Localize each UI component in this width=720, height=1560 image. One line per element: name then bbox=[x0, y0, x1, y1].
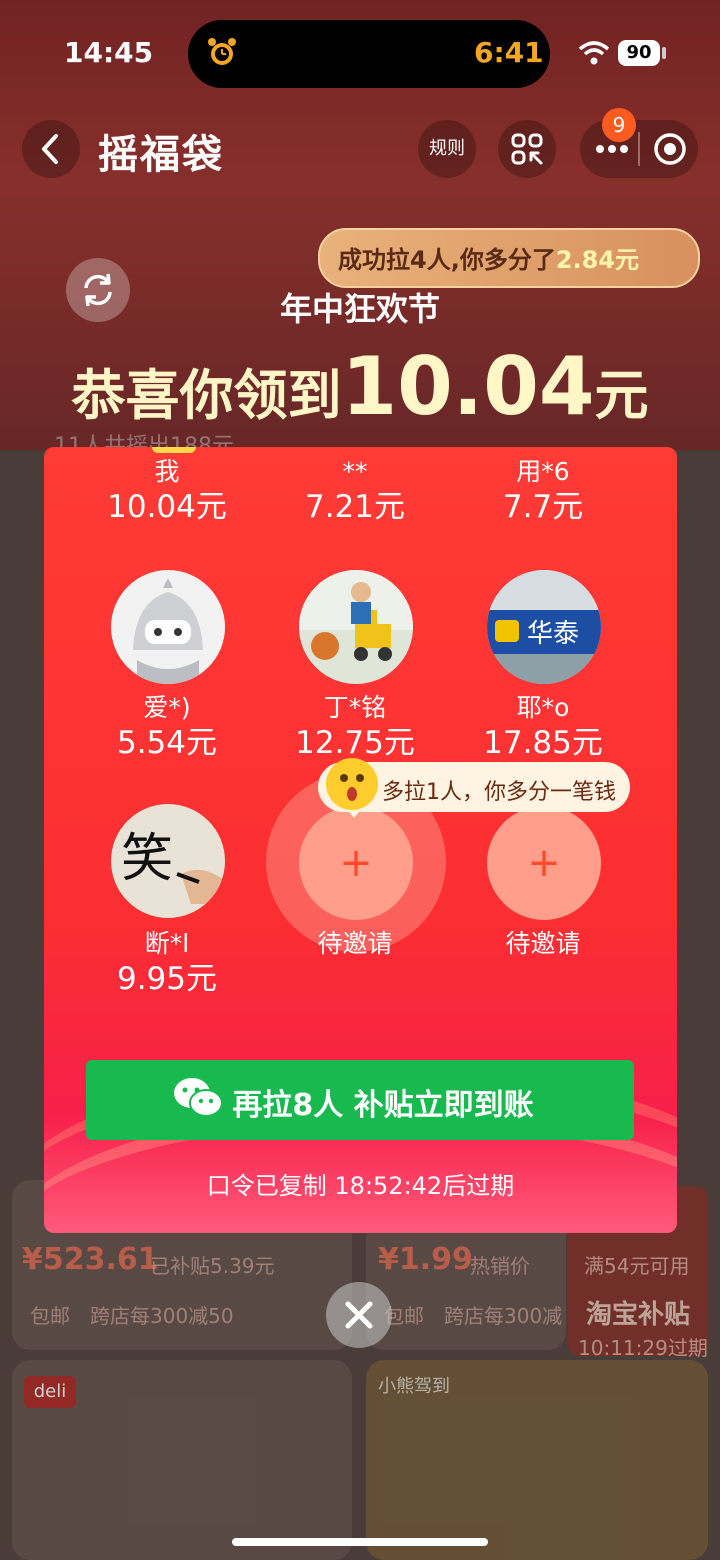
scan-icon bbox=[511, 133, 543, 165]
reward-bubble-amount: 2.84元 bbox=[555, 246, 640, 274]
member-avatar: 华泰 bbox=[487, 570, 601, 684]
member-amount: 12.75元 bbox=[295, 725, 415, 761]
target-icon bbox=[654, 133, 686, 165]
member-amount: 7.21元 bbox=[304, 489, 406, 525]
member-card: 断*l 9.95元 bbox=[97, 928, 237, 998]
notification-badge: 9 bbox=[602, 108, 636, 142]
close-icon bbox=[345, 1301, 373, 1329]
invite-slot-button[interactable]: + bbox=[299, 806, 413, 920]
shocked-emoji-icon bbox=[326, 758, 378, 810]
member-amount: 17.85元 bbox=[483, 725, 603, 761]
member-name: ** bbox=[342, 457, 368, 486]
member-name: 耶*o bbox=[516, 693, 570, 722]
member-name: 我 bbox=[154, 457, 180, 486]
calligraphy-photo-icon: 笑 bbox=[121, 829, 225, 904]
self-marker bbox=[152, 447, 196, 453]
battery-indicator: 90 bbox=[618, 40, 660, 66]
home-indicator[interactable] bbox=[232, 1538, 488, 1546]
emoji-face-icon bbox=[340, 774, 364, 801]
member-name: 爱*) bbox=[143, 693, 191, 722]
reward-bubble-prefix: 成功拉4人,你多分了 bbox=[338, 246, 556, 274]
member-card: 我 10.04元 bbox=[97, 456, 237, 526]
member-amount: 10.04元 bbox=[107, 489, 227, 525]
member-amount: 9.95元 bbox=[116, 961, 218, 997]
close-miniprogram-button[interactable] bbox=[642, 120, 698, 178]
invite-hint-text: 多拉1人，你多分一笔钱 bbox=[382, 780, 616, 805]
pending-label: 待邀请 bbox=[317, 929, 393, 958]
congrats-headline: 恭喜你领到10.04元 bbox=[0, 340, 720, 433]
member-name: 丁*铭 bbox=[323, 693, 387, 722]
rules-button[interactable]: 规则 bbox=[418, 120, 476, 178]
festival-title: 年中狂欢节 bbox=[279, 290, 440, 328]
reward-bubble-text: 成功拉4人,你多分了2.84元 bbox=[338, 240, 639, 275]
page-title: 摇福袋 bbox=[98, 132, 224, 178]
island-timer: 6:41 bbox=[474, 36, 544, 69]
member-name: 用*6 bbox=[516, 457, 570, 486]
wechat-invite-label: 再拉8人 补贴立即到账 bbox=[232, 1088, 534, 1123]
congrats-unit: 元 bbox=[594, 364, 649, 427]
member-avatar bbox=[299, 570, 413, 684]
huatai-sign-photo-icon: 华泰 bbox=[487, 570, 601, 684]
close-modal-button[interactable] bbox=[326, 1282, 392, 1348]
member-card: 丁*铭 12.75元 bbox=[285, 692, 425, 762]
ninja-avatar-icon bbox=[133, 578, 203, 684]
member-card: 用*6 7.7元 bbox=[473, 456, 613, 526]
member-card: 爱*) 5.54元 bbox=[97, 692, 237, 762]
chevron-left-icon bbox=[42, 134, 58, 164]
calligraphy-text: 笑 bbox=[121, 829, 173, 889]
congrats-prefix: 恭喜你领到 bbox=[71, 364, 342, 427]
member-amount: 5.54元 bbox=[116, 725, 218, 761]
member-avatar bbox=[111, 570, 225, 684]
alarm-icon bbox=[208, 38, 236, 65]
sign-text: 华泰 bbox=[527, 619, 579, 649]
pending-card: 待邀请 bbox=[285, 928, 425, 960]
back-button[interactable] bbox=[22, 120, 80, 178]
member-avatar: 笑 bbox=[111, 804, 225, 918]
pending-card: 待邀请 bbox=[473, 928, 613, 960]
member-card: ** 7.21元 bbox=[285, 456, 425, 526]
member-amount: 7.7元 bbox=[502, 489, 584, 525]
pending-label: 待邀请 bbox=[505, 929, 581, 958]
congrats-amount: 10.04 bbox=[341, 340, 595, 433]
wifi-icon bbox=[578, 41, 610, 65]
battery-tip bbox=[662, 47, 666, 59]
invite-slot-button[interactable]: + bbox=[487, 806, 601, 920]
member-card: 耶*o 17.85元 bbox=[473, 692, 613, 762]
status-time: 14:45 bbox=[64, 36, 154, 69]
capsule-divider bbox=[638, 132, 640, 166]
scan-button[interactable] bbox=[498, 120, 556, 178]
member-name: 断*l bbox=[144, 929, 190, 958]
child-toy-photo-icon bbox=[299, 570, 413, 661]
expire-text: 口令已复制 18:52:42后过期 bbox=[206, 1172, 515, 1200]
